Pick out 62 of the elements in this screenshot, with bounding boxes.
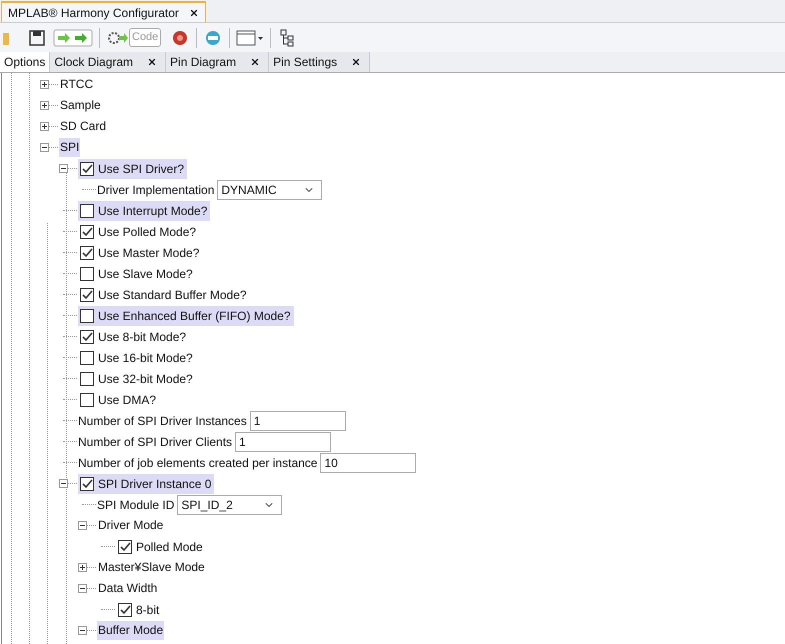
tree-label[interactable]: Master¥Slave Mode bbox=[97, 558, 206, 577]
tree-label[interactable]: SD Card bbox=[59, 117, 108, 136]
check-icon bbox=[82, 164, 92, 174]
tree-label[interactable]: Data Width bbox=[97, 579, 158, 598]
option-checkbox[interactable]: Use Interrupt Mode? bbox=[78, 200, 210, 220]
editor-tab[interactable]: Pin Settings bbox=[269, 52, 370, 72]
input-field[interactable]: 1 bbox=[235, 432, 332, 452]
close-icon[interactable] bbox=[250, 57, 260, 67]
field-label: Driver Implementation bbox=[97, 182, 214, 198]
option-checkbox[interactable]: Use 32-bit Mode? bbox=[78, 368, 196, 388]
dropdown[interactable]: DYNAMIC bbox=[217, 180, 322, 200]
option-checkbox[interactable]: Use Polled Mode? bbox=[78, 222, 200, 242]
check-icon bbox=[120, 542, 130, 552]
check-icon bbox=[82, 478, 92, 488]
option-checkbox[interactable]: Use 16-bit Mode? bbox=[78, 348, 196, 368]
window-icon[interactable] bbox=[236, 28, 264, 48]
field-label: Number of SPI Driver Instances bbox=[78, 412, 247, 430]
tree-label[interactable]: Buffer Mode bbox=[97, 621, 164, 640]
option-checkbox[interactable]: SPI Driver Instance 0 bbox=[78, 474, 214, 494]
save-icon[interactable] bbox=[27, 28, 47, 48]
check-icon bbox=[82, 248, 92, 258]
dropdown[interactable]: SPI_ID_2 bbox=[177, 494, 282, 514]
arrows-icon[interactable] bbox=[53, 28, 93, 48]
option-checkbox[interactable]: 8-bit bbox=[116, 600, 162, 620]
field-label: SPI Module ID bbox=[97, 496, 174, 514]
close-icon[interactable] bbox=[188, 8, 199, 18]
window-tab[interactable]: MPLAB® Harmony Configurator bbox=[1, 1, 206, 22]
expand-icon[interactable] bbox=[78, 563, 87, 572]
option-checkbox[interactable]: Use Standard Buffer Mode? bbox=[78, 284, 250, 304]
editor-tab[interactable]: Options bbox=[0, 52, 50, 72]
field-label: Number of job elements created per instance bbox=[78, 454, 318, 472]
expand-icon[interactable] bbox=[40, 122, 49, 131]
tree-label[interactable]: Sample bbox=[59, 96, 102, 115]
option-checkbox[interactable]: Use SPI Driver? bbox=[78, 158, 188, 178]
tree-label[interactable]: RTCC bbox=[59, 75, 94, 94]
input-field[interactable]: 10 bbox=[320, 452, 416, 472]
input-field[interactable]: 1 bbox=[250, 410, 346, 430]
tree-label[interactable]: Driver Mode bbox=[97, 516, 164, 535]
editor-tab[interactable]: Clock Diagram bbox=[50, 52, 166, 72]
check-icon bbox=[82, 226, 92, 236]
option-checkbox[interactable]: Use Master Mode? bbox=[78, 242, 202, 262]
close-icon[interactable] bbox=[147, 57, 158, 67]
collapse-icon[interactable] bbox=[40, 143, 49, 152]
option-checkbox[interactable]: Use Slave Mode? bbox=[78, 264, 196, 284]
expand-icon[interactable] bbox=[40, 80, 49, 89]
collapse-icon[interactable] bbox=[59, 479, 68, 488]
check-icon bbox=[82, 290, 92, 300]
close-icon[interactable] bbox=[351, 57, 362, 67]
option-checkbox[interactable]: Use 8-bit Mode? bbox=[78, 326, 190, 346]
field-label: Number of SPI Driver Clients bbox=[78, 434, 232, 450]
option-checkbox[interactable]: Polled Mode bbox=[116, 536, 206, 556]
collapse-icon[interactable] bbox=[59, 164, 68, 173]
tree-label[interactable]: SPI bbox=[59, 138, 80, 157]
check-icon bbox=[82, 332, 92, 342]
collapse-icon[interactable] bbox=[78, 521, 87, 530]
collapse-icon[interactable] bbox=[78, 626, 87, 635]
expand-icon[interactable] bbox=[40, 101, 49, 110]
editor-tab[interactable]: Pin Diagram bbox=[166, 52, 270, 72]
collapse-icon[interactable] bbox=[78, 584, 87, 593]
option-checkbox[interactable]: Use Enhanced Buffer (FIFO) Mode? bbox=[78, 306, 294, 326]
option-checkbox[interactable]: Use DMA? bbox=[78, 390, 160, 410]
check-icon bbox=[120, 604, 130, 614]
